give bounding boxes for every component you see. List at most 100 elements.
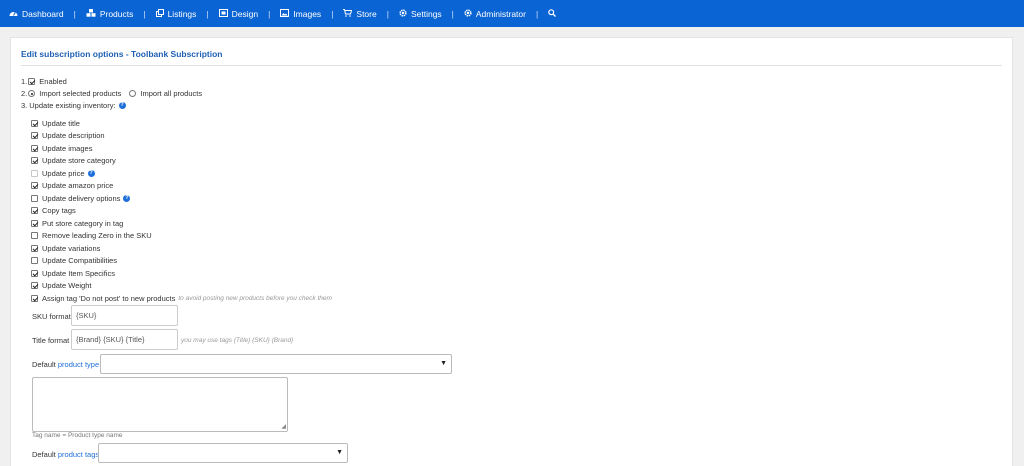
update-images-checkbox[interactable] <box>31 145 38 152</box>
title-format-label: Title format <box>32 336 70 345</box>
update-amazon-price-checkbox[interactable] <box>31 182 38 189</box>
nav-separator: | <box>73 8 76 19</box>
sku-format-input[interactable]: {SKU} <box>71 305 178 326</box>
nav-separator: | <box>268 8 271 19</box>
admin-gear-icon <box>464 8 472 19</box>
option-update-variations: Update variations <box>31 244 100 253</box>
nav-separator: | <box>143 8 146 19</box>
step-number: 3. <box>21 101 28 110</box>
nav-settings[interactable]: Settings <box>399 9 442 19</box>
nav-separator: | <box>451 8 454 19</box>
update-variations-checkbox[interactable] <box>31 245 38 252</box>
do-not-post-tag-checkbox[interactable] <box>31 295 38 302</box>
option-update-description: Update description <box>31 131 105 140</box>
update-delivery-options-checkbox[interactable] <box>31 195 38 202</box>
option-update-delivery-options: Update delivery options ? <box>31 194 131 203</box>
search-icon[interactable] <box>548 8 557 19</box>
remove-leading-zero-checkbox[interactable] <box>31 232 38 239</box>
nav-settings-label: Settings <box>410 8 442 19</box>
gear-icon <box>399 8 407 19</box>
help-icon[interactable]: ? <box>118 102 126 109</box>
nav-products[interactable]: Products <box>86 8 134 19</box>
option-label: Update amazon price <box>42 181 114 190</box>
design-icon <box>218 8 228 19</box>
import-all-radio[interactable] <box>129 90 137 97</box>
option-store-category-tag: Put store category in tag <box>31 219 123 228</box>
sku-format-label: SKU format <box>32 312 71 321</box>
default-product-tags-label: Default product tags <box>32 450 99 459</box>
nav-store-label: Store <box>356 8 377 19</box>
title-format-input[interactable]: {Brand} {SKU} {Title} <box>71 329 178 350</box>
product-type-select[interactable]: ▼ <box>100 354 452 374</box>
subscription-options-panel: Edit subscription options - Toolbank Sub… <box>10 37 1013 466</box>
default-prefix: Default <box>32 360 56 369</box>
option-label: Update store category <box>42 156 116 165</box>
title-format-value: {Brand} {SKU} {Title} <box>76 335 145 344</box>
product-tags-select[interactable]: ▼ <box>98 443 348 463</box>
nav-separator: | <box>331 8 334 19</box>
dashboard-icon <box>9 9 18 19</box>
nav-design[interactable]: Design <box>218 8 258 19</box>
option-update-store-category: Update store category <box>31 156 116 165</box>
store-category-tag-checkbox[interactable] <box>31 220 38 227</box>
enabled-label: Enabled <box>39 77 67 86</box>
update-description-checkbox[interactable] <box>31 132 38 139</box>
update-compatibilities-checkbox[interactable] <box>31 257 38 264</box>
option-label: Copy tags <box>42 206 76 215</box>
update-item-specifics-checkbox[interactable] <box>31 270 38 277</box>
step-number: 2. <box>21 89 28 98</box>
resize-handle-icon[interactable]: ◢ <box>281 424 286 430</box>
import-all-label: Import all products <box>140 89 203 98</box>
product-tags-link[interactable]: product tags <box>58 450 99 459</box>
nav-separator: | <box>206 8 209 19</box>
nav-search[interactable] <box>548 8 560 19</box>
cart-icon <box>343 8 353 19</box>
product-type-textarea[interactable]: ◢ <box>32 377 288 432</box>
option-update-item-specifics: Update Item Specifics <box>31 269 115 278</box>
nav-store[interactable]: Store <box>343 8 377 19</box>
option-update-images: Update images <box>31 144 92 153</box>
update-title-checkbox[interactable] <box>31 120 38 127</box>
title-divider <box>21 65 1002 66</box>
option-update-title: Update title <box>31 119 80 128</box>
nav-dashboard[interactable]: Dashboard <box>9 9 64 19</box>
enabled-checkbox[interactable] <box>28 78 36 85</box>
nav-listings-label: Listings <box>167 8 197 19</box>
clone-icon <box>155 8 164 19</box>
nav-administrator[interactable]: Administrator <box>464 9 526 19</box>
import-selected-radio[interactable] <box>28 90 36 97</box>
option-label: Update Compatibilities <box>42 256 118 265</box>
step-number: 1. <box>21 77 28 86</box>
nav-images-label: Images <box>293 8 322 19</box>
copy-tags-checkbox[interactable] <box>31 207 38 214</box>
cubes-icon <box>86 8 96 19</box>
update-price-checkbox[interactable] <box>31 170 38 177</box>
product-type-link[interactable]: product type <box>58 360 99 369</box>
default-product-type-label: Default product type <box>32 360 99 369</box>
chevron-down-icon: ▼ <box>440 360 447 367</box>
option-label: Update images <box>42 144 93 153</box>
step-enabled: 1. Enabled <box>21 77 67 86</box>
update-store-category-checkbox[interactable] <box>31 157 38 164</box>
chevron-down-icon: ▼ <box>336 449 343 456</box>
nav-administrator-label: Administrator <box>475 8 526 19</box>
option-copy-tags: Copy tags <box>31 206 76 215</box>
nav-listings[interactable]: Listings <box>155 8 197 19</box>
update-inventory-label: Update existing inventory: <box>29 101 116 110</box>
help-icon[interactable]: ? <box>123 195 131 202</box>
nav-dashboard-label: Dashboard <box>22 8 64 19</box>
option-label: Update Item Specifics <box>42 269 115 278</box>
do-not-post-hint: to avoid posting new products before you… <box>178 295 332 302</box>
default-prefix: Default <box>32 450 56 459</box>
option-label: Update price <box>42 169 85 178</box>
option-remove-leading-zero: Remove leading Zero in the SKU <box>31 231 152 240</box>
nav-products-label: Products <box>99 8 134 19</box>
option-label: Put store category in tag <box>42 219 124 228</box>
import-selected-label: Import selected products <box>39 89 122 98</box>
option-label: Update description <box>42 131 105 140</box>
help-icon[interactable]: ? <box>87 170 95 177</box>
nav-images[interactable]: Images <box>280 8 322 19</box>
update-weight-checkbox[interactable] <box>31 282 38 289</box>
step-update-inventory: 3. Update existing inventory: ? <box>21 101 126 110</box>
nav-separator: | <box>386 8 389 19</box>
